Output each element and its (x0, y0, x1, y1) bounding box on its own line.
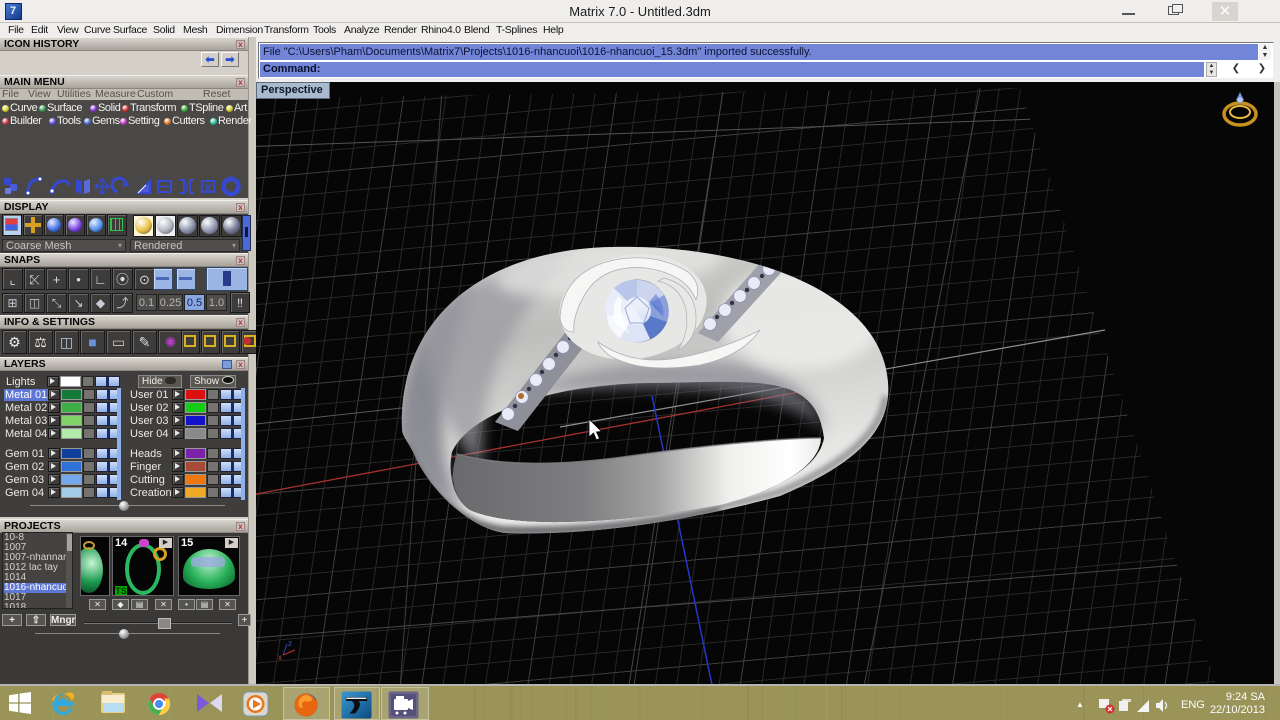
svg-text:x: x (278, 653, 282, 662)
svg-text:z: z (288, 639, 292, 648)
